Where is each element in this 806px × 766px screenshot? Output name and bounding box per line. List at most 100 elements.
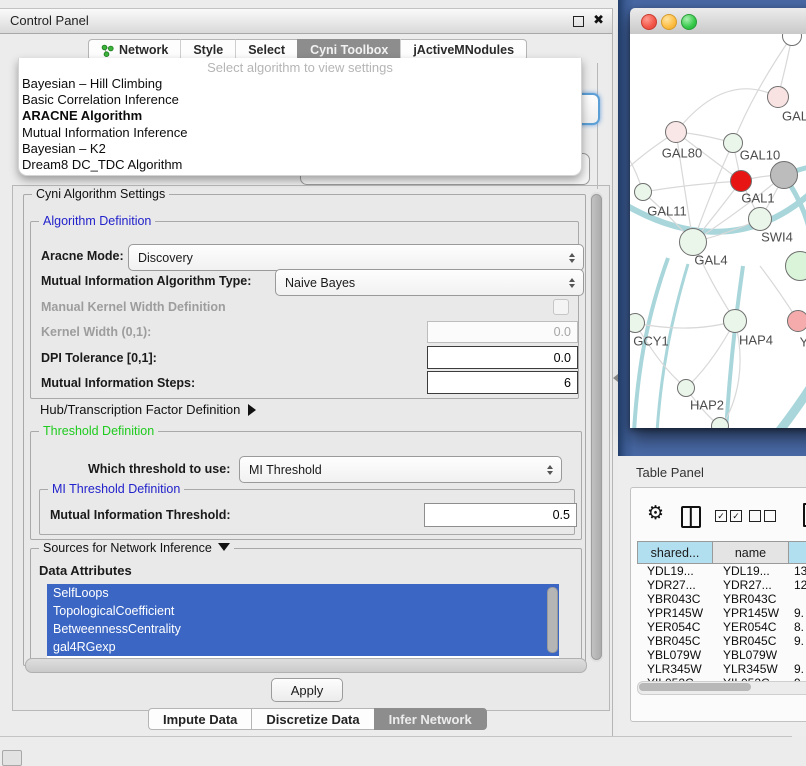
network-canvas[interactable]: GALGAL80GAL10GAL1SWI4GAL11GAL4GCY1HAP4YH… — [630, 34, 806, 428]
table-cell[interactable]: YBR045C — [713, 634, 789, 648]
tab-impute-data[interactable]: Impute Data — [148, 708, 251, 730]
table-column-header[interactable]: A — [789, 541, 806, 564]
table-row[interactable]: YER054CYER054C8. — [637, 620, 806, 634]
table-cell[interactable]: YDL19... — [713, 564, 789, 578]
algorithm-definition-group: Algorithm Definition Aracne Mode: Discov… — [30, 221, 579, 399]
network-node-y[interactable] — [787, 310, 806, 332]
network-node-gal1[interactable] — [730, 170, 752, 192]
table-row[interactable]: YBR043CYBR043C — [637, 592, 806, 606]
manual-kernel-width-checkbox[interactable] — [553, 299, 569, 315]
network-window-titlebar — [630, 8, 806, 35]
mi-algorithm-type-combo[interactable]: Naive Bayes — [275, 269, 584, 296]
data-attribute-item[interactable]: gal4RGexp — [47, 638, 559, 656]
table-cell[interactable]: YLR345W — [637, 662, 713, 676]
close-icon[interactable]: ✖ — [593, 12, 604, 28]
table-cell[interactable]: 9. — [789, 634, 806, 648]
table-horizontal-scrollbar[interactable] — [637, 681, 806, 695]
bottom-left-mini-button[interactable] — [2, 750, 22, 766]
control-panel-window: Control Panel ✖ Network Style Select Cyn… — [0, 8, 613, 737]
sources-title: Sources for Network Inference — [43, 541, 212, 555]
algorithm-option[interactable]: Mutual Information Inference — [19, 125, 581, 141]
network-node[interactable] — [711, 417, 729, 428]
mi-threshold-input[interactable]: 0.5 — [424, 503, 577, 527]
settings-horizontal-scrollbar[interactable] — [25, 658, 587, 673]
mi-steps-input[interactable]: 6 — [427, 371, 578, 394]
table-row[interactable]: YBL079WYBL079W — [637, 648, 806, 662]
which-threshold-combo[interactable]: MI Threshold — [239, 456, 562, 483]
table-row[interactable]: YDR27...YDR27...12 — [637, 578, 806, 592]
table-cell[interactable]: YDR27... — [713, 578, 789, 592]
column-layout-icon[interactable] — [681, 506, 701, 528]
splitpane-handle-icon[interactable] — [613, 374, 618, 382]
kernel-width-input[interactable]: 0.0 — [427, 321, 578, 343]
table-cell[interactable]: YBR043C — [637, 592, 713, 606]
data-attribute-item[interactable]: BetweennessCentrality — [47, 620, 559, 638]
algorithm-option[interactable]: Basic Correlation Inference — [19, 92, 581, 108]
minimize-traffic-light-icon[interactable] — [661, 14, 677, 30]
table-cell[interactable]: YER054C — [713, 620, 789, 634]
threshold-definition-title: Threshold Definition — [39, 424, 158, 438]
zoom-traffic-light-icon[interactable] — [681, 14, 697, 30]
algorithm-option[interactable]: Bayesian – Hill Climbing — [19, 76, 581, 92]
table-row[interactable]: YBR045CYBR045C9. — [637, 634, 806, 648]
table-cell[interactable]: YER054C — [637, 620, 713, 634]
tab-infer-network[interactable]: Infer Network — [374, 708, 487, 730]
dpi-tolerance-input[interactable]: 0.0 — [427, 346, 578, 369]
hub-definition-expander[interactable]: Hub/Transcription Factor Definition — [40, 402, 256, 417]
table-cell[interactable]: YPR145W — [637, 606, 713, 620]
network-node-hap2[interactable] — [677, 379, 695, 397]
table-cell[interactable]: YBR043C — [713, 592, 789, 606]
node-label: GAL1 — [741, 191, 774, 206]
table-cell[interactable]: YDR27... — [637, 578, 713, 592]
table-row[interactable]: YPR145WYPR145W9. — [637, 606, 806, 620]
settings-vertical-scrollbar-thumb[interactable] — [591, 194, 602, 660]
table-cell[interactable]: YBR045C — [637, 634, 713, 648]
data-attribute-item[interactable]: TopologicalCoefficient — [47, 602, 559, 620]
table-cell[interactable]: YDL19... — [637, 564, 713, 578]
table-cell[interactable]: 12 — [789, 578, 806, 592]
cyni-algorithm-settings-title: Cyni Algorithm Settings — [32, 187, 169, 201]
node-label: HAP2 — [690, 398, 724, 413]
table-column-header[interactable]: shared... — [637, 541, 713, 564]
tab-discretize-data[interactable]: Discretize Data — [251, 708, 373, 730]
table-cell[interactable]: YPR145W — [713, 606, 789, 620]
table-cell[interactable]: YBL079W — [713, 648, 789, 662]
algorithm-option[interactable]: Dream8 DC_TDC Algorithm — [19, 157, 581, 173]
table-cell[interactable]: 9. — [789, 662, 806, 676]
select-all-checkboxes-icon[interactable]: ✓ ✓ — [715, 510, 742, 522]
apply-button[interactable]: Apply — [271, 678, 343, 702]
float-window-icon[interactable] — [573, 16, 584, 27]
checked-box-icon: ✓ — [715, 510, 727, 522]
network-node-hap4[interactable] — [723, 309, 747, 333]
gear-icon[interactable]: ⚙ — [647, 504, 664, 523]
table-panel-title: Table Panel — [636, 465, 704, 480]
table-cell[interactable]: YLR345W — [713, 662, 789, 676]
table-cell[interactable]: 9. — [789, 606, 806, 620]
network-node-gal[interactable] — [767, 86, 789, 108]
aracne-mode-combo[interactable]: Discovery — [128, 244, 584, 271]
threshold-definition-group: Threshold Definition Which threshold to … — [30, 431, 582, 540]
expander-right-icon — [248, 404, 256, 416]
network-node[interactable] — [770, 161, 798, 189]
network-node-gal80[interactable] — [665, 121, 687, 143]
network-node-swi4[interactable] — [748, 207, 772, 231]
attributes-scrollbar[interactable] — [547, 587, 558, 653]
network-node-gal11[interactable] — [634, 183, 652, 201]
table-column-header[interactable]: name — [713, 541, 789, 564]
table-cell[interactable]: YBL079W — [637, 648, 713, 662]
deselect-all-checkboxes-icon[interactable] — [749, 510, 776, 522]
table-cell[interactable] — [789, 592, 806, 606]
close-traffic-light-icon[interactable] — [641, 14, 657, 30]
table-cell[interactable]: 13 — [789, 564, 806, 578]
table-cell[interactable] — [789, 648, 806, 662]
table-horizontal-scrollbar-thumb[interactable] — [639, 683, 751, 691]
table-row[interactable]: YLR345WYLR345W9. — [637, 662, 806, 676]
sources-title-wrap[interactable]: Sources for Network Inference — [39, 541, 234, 555]
table-row[interactable]: YDL19...YDL19...13 — [637, 564, 806, 578]
data-attribute-item[interactable]: SelfLoops — [47, 584, 559, 602]
table-cell[interactable]: 8. — [789, 620, 806, 634]
algorithm-option[interactable]: Bayesian – K2 — [19, 141, 581, 157]
node-label: Y — [800, 335, 806, 350]
algorithm-option[interactable]: ARACNE Algorithm — [19, 108, 581, 124]
settings-vertical-scrollbar[interactable] — [590, 192, 603, 662]
